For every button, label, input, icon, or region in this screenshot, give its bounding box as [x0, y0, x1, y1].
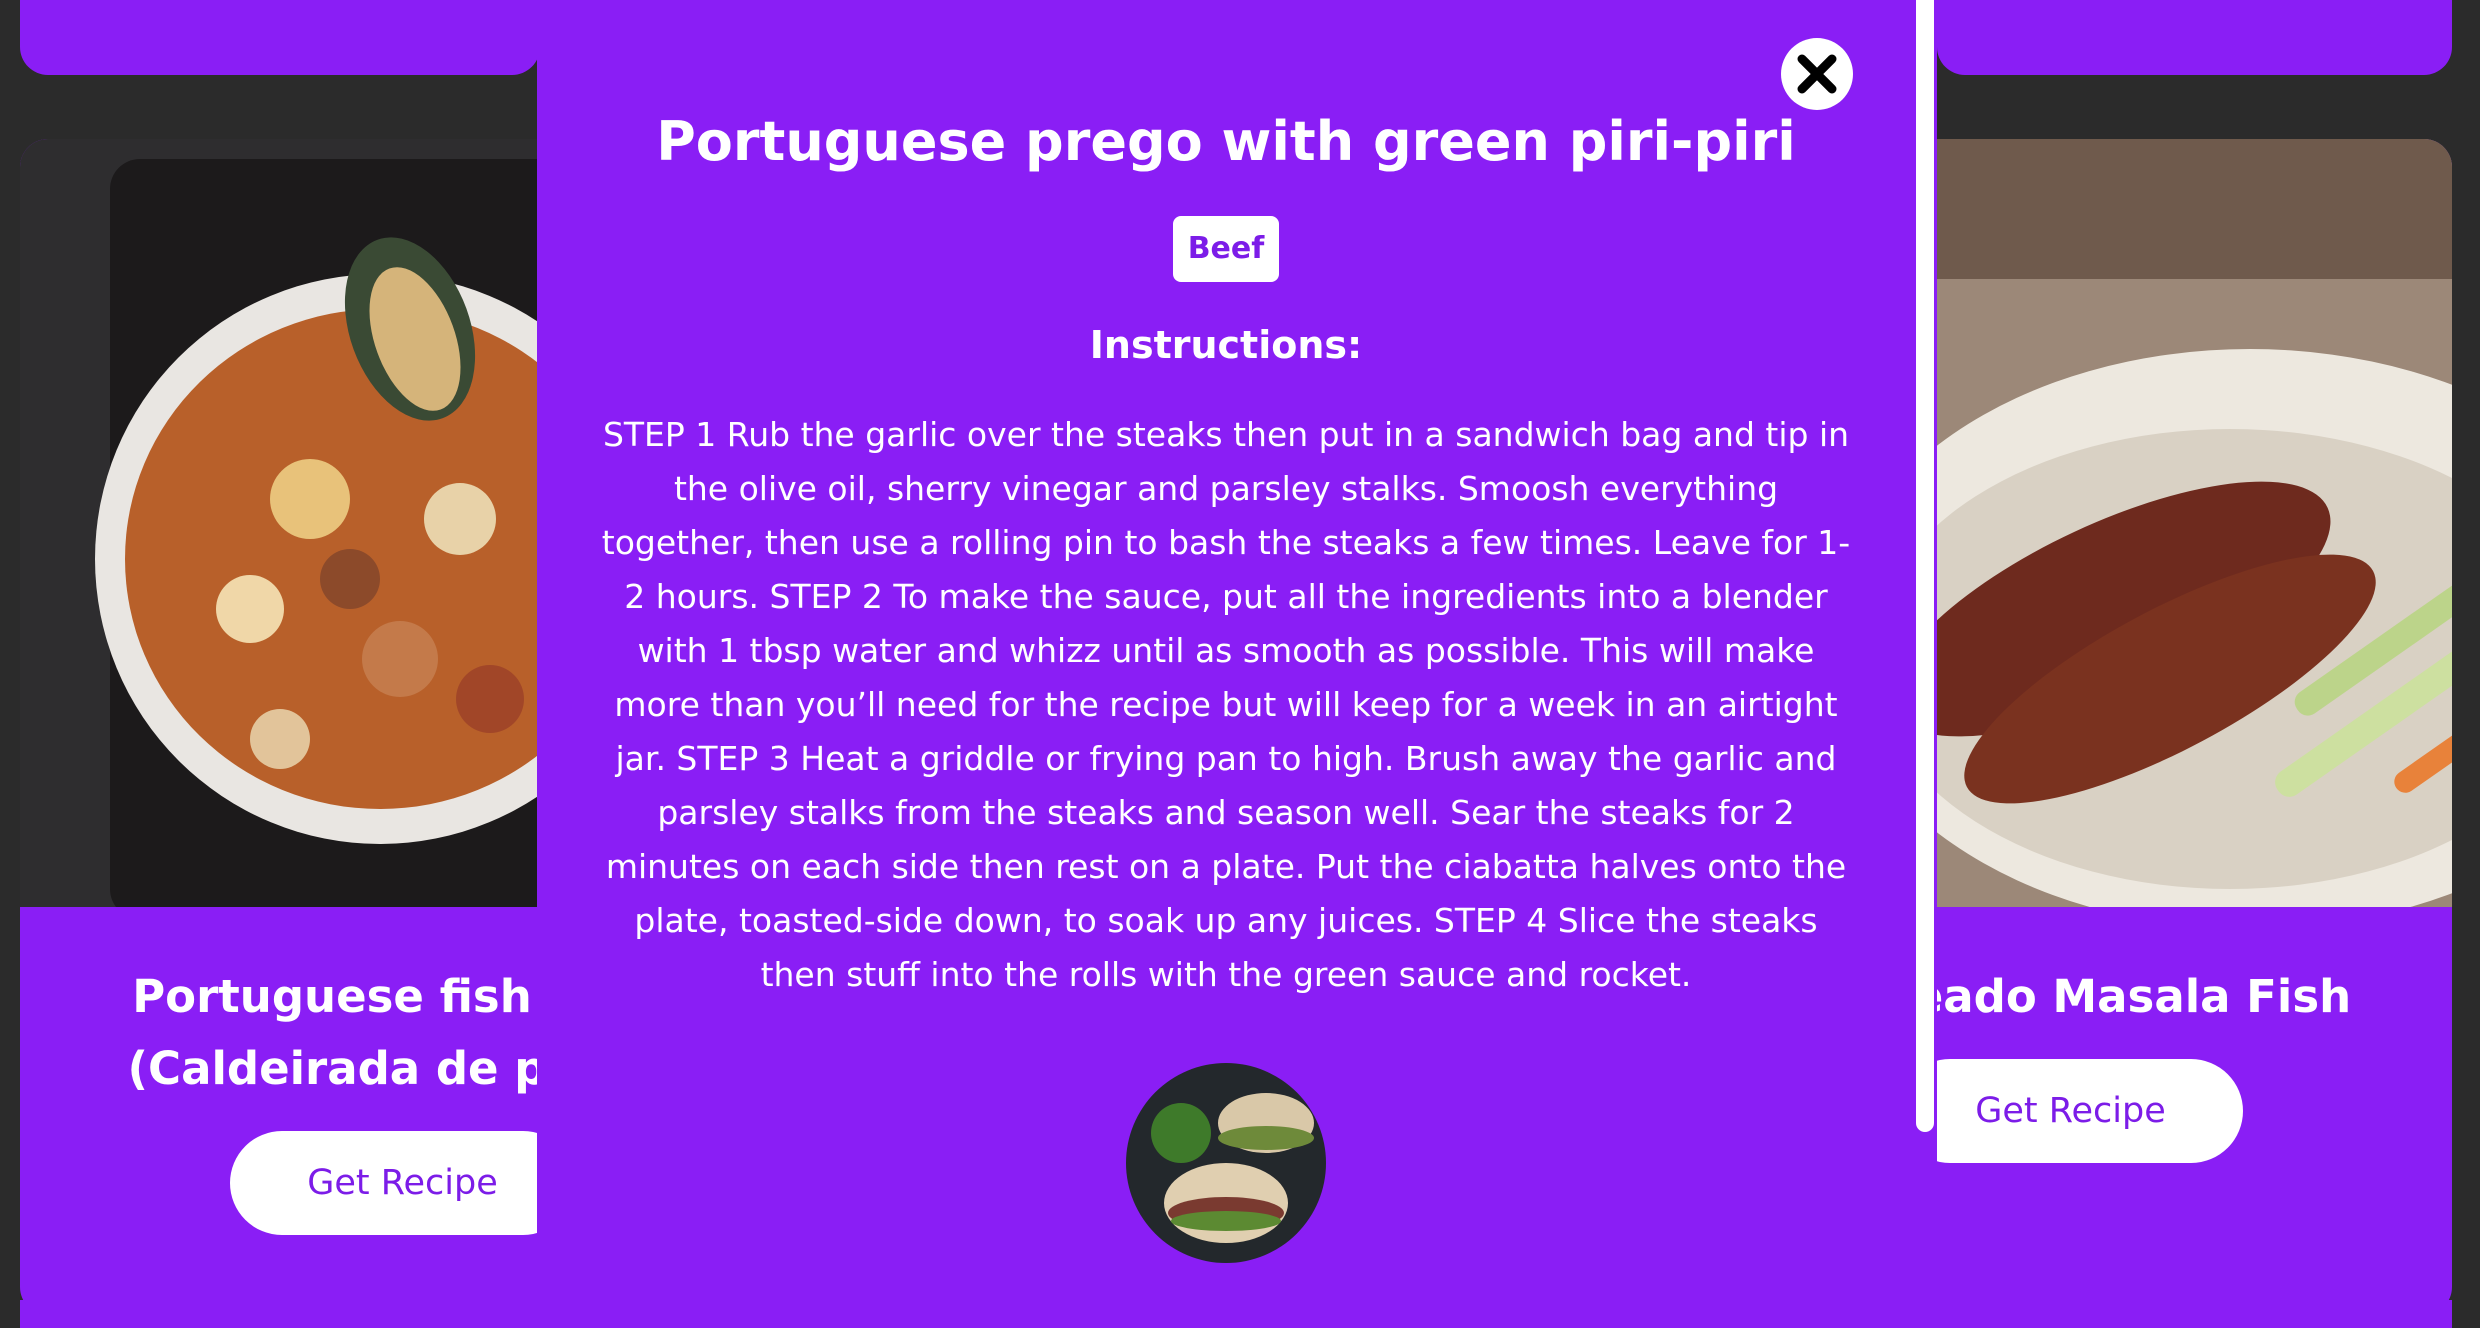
instructions-heading: Instructions:	[1089, 323, 1363, 367]
close-button[interactable]	[1781, 38, 1853, 110]
get-recipe-button[interactable]: Get Recipe	[230, 1131, 575, 1235]
meal-thumbnail	[1126, 1063, 1326, 1263]
modal-title: Portuguese prego with green piri-piri	[656, 110, 1796, 173]
recipe-modal: Portuguese prego with green piri-piri Be…	[537, 0, 1937, 1328]
instructions-text: STEP 1 Rub the garlic over the steaks th…	[601, 415, 1851, 994]
get-recipe-button[interactable]: Get Recipe	[1898, 1059, 2243, 1163]
card-top-left	[20, 0, 540, 75]
modal-scrollbar[interactable]	[1916, 0, 1934, 1132]
category-tag: Beef	[1173, 216, 1279, 282]
card-top-right	[1937, 0, 2452, 75]
close-icon	[1797, 54, 1837, 94]
